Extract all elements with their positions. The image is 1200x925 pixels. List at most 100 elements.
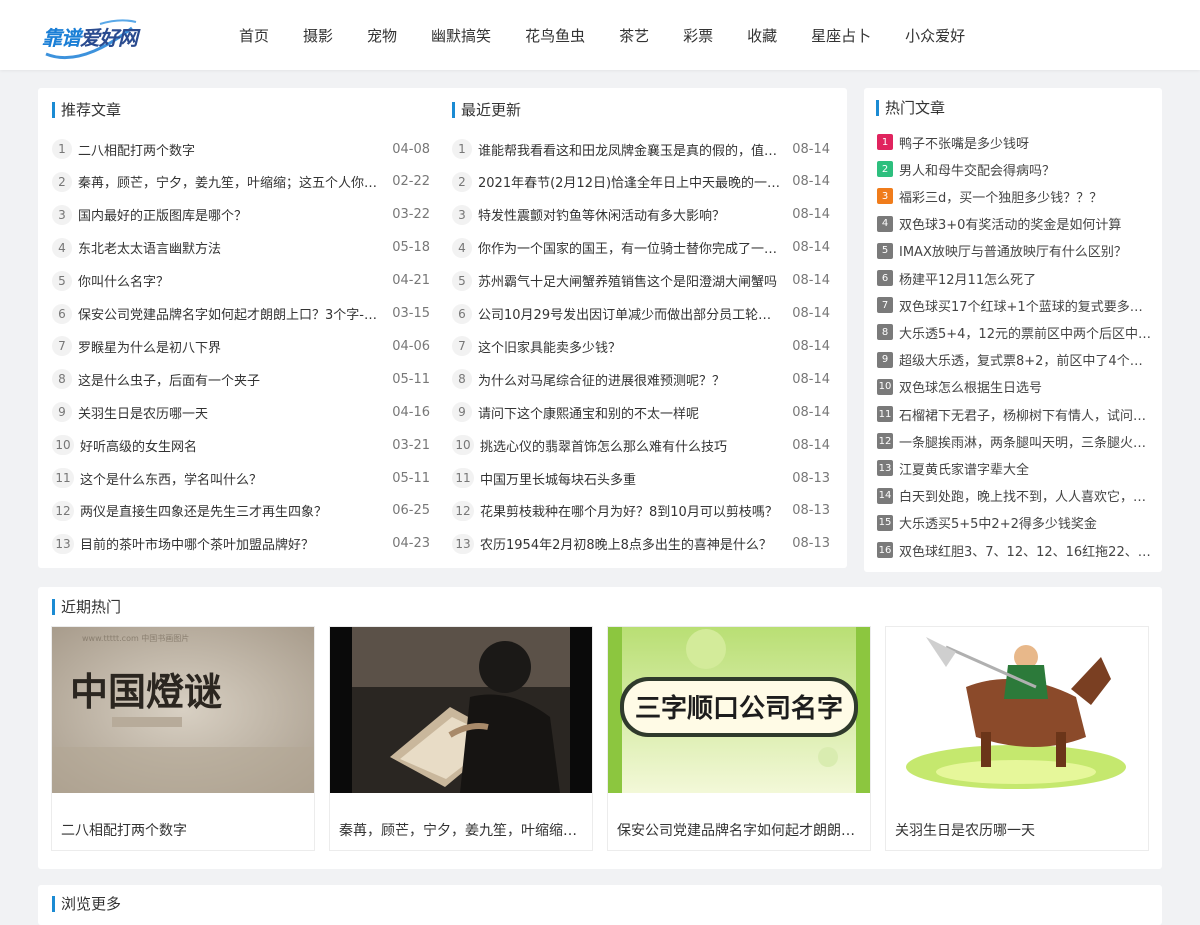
list-item[interactable]: 10 挑选心仪的翡翠首饰怎么那么难有什么技巧 08-14 xyxy=(452,433,830,457)
hot-item-title[interactable]: 双色球买17个红球+1个蓝球的复式要多少钱 xyxy=(899,296,1153,315)
hot-item-title[interactable]: 白天到处跑，晚上找不到，人人喜欢它，人人都想要 xyxy=(899,486,1153,505)
hot-item[interactable]: 10 双色球怎么根据生日选号 xyxy=(877,376,1153,398)
list-item[interactable]: 7 罗睺星为什么是初八下界 04-06 xyxy=(52,334,430,358)
list-item[interactable]: 5 苏州霸气十足大闸蟹养殖销售这个是阳澄湖大闸蟹吗 08-14 xyxy=(452,269,830,293)
hot-item-title[interactable]: 双色球3+0有奖活动的奖金是如何计算 xyxy=(899,214,1153,233)
list-item[interactable]: 13 农历1954年2月初8晚上8点多出生的喜神是什么？ 08-13 xyxy=(452,532,830,556)
site-logo[interactable]: 靠谱爱好网 xyxy=(40,12,150,60)
hot-item[interactable]: 1 鸭子不张嘴是多少钱呀 xyxy=(877,131,1153,153)
hot-item-title[interactable]: 双色球怎么根据生日选号 xyxy=(899,377,1153,396)
hot-item[interactable]: 16 双色球红胆3、7、12、12、16红拖22、24、29 xyxy=(877,539,1153,561)
item-title[interactable]: 保安公司党建品牌名字如何起才朗朗上口？3个字--好听 xyxy=(78,304,380,323)
item-title[interactable]: 为什么对马尾综合征的进展很难预测呢？？ xyxy=(478,370,780,389)
item-title[interactable]: 罗睺星为什么是初八下界 xyxy=(78,337,380,356)
hot-item-title[interactable]: IMAX放映厅与普通放映厅有什么区别？ xyxy=(899,241,1153,260)
item-title[interactable]: 这个旧家具能卖多少钱？ xyxy=(478,337,780,356)
nav-item[interactable]: 收藏 xyxy=(747,25,777,46)
hot-item[interactable]: 13 江夏黄氏家谱字辈大全 xyxy=(877,457,1153,479)
item-title[interactable]: 目前的茶叶市场中哪个茶叶加盟品牌好？ xyxy=(80,534,380,553)
list-item[interactable]: 11 中国万里长城每块石头多重 08-13 xyxy=(452,466,830,490)
list-item[interactable]: 10 好听高级的女生网名 03-21 xyxy=(52,433,430,457)
list-item[interactable]: 11 这个是什么东西，学名叫什么？ 05-11 xyxy=(52,466,430,490)
list-item[interactable]: 12 花果剪枝栽种在哪个月为好？8到10月可以剪枝嗎？ 08-13 xyxy=(452,499,830,523)
list-item[interactable]: 9 关羽生日是农历哪一天 04-16 xyxy=(52,400,430,424)
list-item[interactable]: 2 2021年春节(2月12日)恰逢全年日上中天最晚的一天吗 08-14 xyxy=(452,170,830,194)
list-item[interactable]: 3 国内最好的正版图库是哪个？ 03-22 xyxy=(52,203,430,227)
list-item[interactable]: 13 目前的茶叶市场中哪个茶叶加盟品牌好？ 04-23 xyxy=(52,532,430,556)
hot-item-title[interactable]: 福彩三d，买一个独胆多少钱？？？ xyxy=(899,187,1153,206)
hot-item-title[interactable]: 江夏黄氏家谱字辈大全 xyxy=(899,459,1153,478)
item-title[interactable]: 苏州霸气十足大闸蟹养殖销售这个是阳澄湖大闸蟹吗 xyxy=(478,271,780,290)
hot-item[interactable]: 14 白天到处跑，晚上找不到，人人喜欢它，人人都想要 xyxy=(877,485,1153,507)
hot-item-title[interactable]: 超级大乐透，复式票8+2，前区中了4个，后区中了1个 xyxy=(899,350,1153,369)
card-title[interactable]: 关羽生日是农历哪一天 xyxy=(895,820,1135,840)
item-title[interactable]: 花果剪枝栽种在哪个月为好？8到10月可以剪枝嗎？ xyxy=(480,501,780,520)
item-title[interactable]: 好听高级的女生网名 xyxy=(80,436,380,455)
item-title[interactable]: 这个是什么东西，学名叫什么？ xyxy=(80,469,380,488)
list-item[interactable]: 8 这是什么虫子，后面有一个夹子 05-11 xyxy=(52,367,430,391)
item-title[interactable]: 东北老太太语言幽默方法 xyxy=(78,238,380,257)
item-title[interactable]: 挑选心仪的翡翠首饰怎么那么难有什么技巧 xyxy=(480,436,780,455)
list-item[interactable]: 4 东北老太太语言幽默方法 05-18 xyxy=(52,236,430,260)
hot-item-title[interactable]: 大乐透买5+5中2+2得多少钱奖金 xyxy=(899,513,1153,532)
nav-item[interactable]: 幽默搞笑 xyxy=(431,25,491,46)
hot-item[interactable]: 7 双色球买17个红球+1个蓝球的复式要多少钱 xyxy=(877,294,1153,316)
item-title[interactable]: 你叫什么名字？ xyxy=(78,271,380,290)
hot-item[interactable]: 5 IMAX放映厅与普通放映厅有什么区别？ xyxy=(877,240,1153,262)
list-item[interactable]: 7 这个旧家具能卖多少钱？ 08-14 xyxy=(452,334,830,358)
nav-item[interactable]: 小众爱好 xyxy=(905,25,965,46)
item-title[interactable]: 国内最好的正版图库是哪个？ xyxy=(78,205,380,224)
trending-card[interactable]: 关羽生日是农历哪一天 xyxy=(885,626,1149,851)
hot-item[interactable]: 3 福彩三d，买一个独胆多少钱？？？ xyxy=(877,185,1153,207)
trending-card[interactable]: www.ttttt.com 中国书画图片 中国燈谜 二八相配打两个数字 xyxy=(51,626,315,851)
item-title[interactable]: 2021年春节(2月12日)恰逢全年日上中天最晚的一天吗 xyxy=(478,172,780,191)
item-title[interactable]: 特发性震颤对钓鱼等休闲活动有多大影响？ xyxy=(478,205,780,224)
nav-item[interactable]: 宠物 xyxy=(367,25,397,46)
nav-item[interactable]: 摄影 xyxy=(303,25,333,46)
item-title[interactable]: 谁能帮我看看这和田龙凤牌金襄玉是真的假的，值多少钱 xyxy=(478,140,780,159)
hot-item[interactable]: 9 超级大乐透，复式票8+2，前区中了4个，后区中了1个 xyxy=(877,349,1153,371)
hot-item-title[interactable]: 大乐透5+4，12元的票前区中两个后区中一个 xyxy=(899,323,1153,342)
hot-item-title[interactable]: 双色球红胆3、7、12、12、16红拖22、24、29 xyxy=(899,541,1153,560)
hot-item-title[interactable]: 一条腿挨雨淋，两条腿叫天明，三条腿火上烧 xyxy=(899,432,1153,451)
hot-item[interactable]: 8 大乐透5+4，12元的票前区中两个后区中一个 xyxy=(877,321,1153,343)
hot-item-title[interactable]: 鸭子不张嘴是多少钱呀 xyxy=(899,133,1153,152)
item-title[interactable]: 两仪是直接生四象还是先生三才再生四象？ xyxy=(80,501,380,520)
trending-card[interactable]: 三字顺口公司名字 保安公司党建品牌名字如何起才朗朗上口？3个字--好听 xyxy=(607,626,871,851)
nav-item[interactable]: 星座占卜 xyxy=(811,25,871,46)
card-title[interactable]: 二八相配打两个数字 xyxy=(61,820,301,840)
list-item[interactable]: 6 公司10月29号发出因订单减少而做出部分员工轮休的通知 08-14 xyxy=(452,302,830,326)
item-title[interactable]: 公司10月29号发出因订单减少而做出部分员工轮休的通知 xyxy=(478,304,780,323)
list-item[interactable]: 6 保安公司党建品牌名字如何起才朗朗上口？3个字--好听 03-15 xyxy=(52,302,430,326)
hot-item-title[interactable]: 男人和母牛交配会得病吗？ xyxy=(899,160,1153,179)
item-title[interactable]: 这是什么虫子，后面有一个夹子 xyxy=(78,370,380,389)
list-item[interactable]: 4 你作为一个国家的国王，有一位骑士替你完成了一项任务 08-14 xyxy=(452,236,830,260)
nav-item[interactable]: 花鸟鱼虫 xyxy=(525,25,585,46)
card-title[interactable]: 秦苒，顾芒，宁夕，姜九笙，叶缩缩；这五个人你喜欢谁 xyxy=(339,820,579,840)
hot-item[interactable]: 2 男人和母牛交配会得病吗？ xyxy=(877,158,1153,180)
item-title[interactable]: 中国万里长城每块石头多重 xyxy=(480,469,780,488)
nav-item[interactable]: 彩票 xyxy=(683,25,713,46)
item-title[interactable]: 农历1954年2月初8晚上8点多出生的喜神是什么？ xyxy=(480,534,780,553)
hot-item-title[interactable]: 杨建平12月11怎么死了 xyxy=(899,269,1153,288)
item-title[interactable]: 关羽生日是农历哪一天 xyxy=(78,403,380,422)
hot-item[interactable]: 12 一条腿挨雨淋，两条腿叫天明，三条腿火上烧 xyxy=(877,430,1153,452)
item-title[interactable]: 二八相配打两个数字 xyxy=(78,140,380,159)
hot-item-title[interactable]: 石榴裙下无君子，杨柳树下有情人，试问下句是什么 xyxy=(899,405,1153,424)
hot-item[interactable]: 4 双色球3+0有奖活动的奖金是如何计算 xyxy=(877,213,1153,235)
hot-item[interactable]: 11 石榴裙下无君子，杨柳树下有情人，试问下句是什么 xyxy=(877,403,1153,425)
item-title[interactable]: 请问下这个康熙通宝和别的不太一样呢 xyxy=(478,403,780,422)
hot-item[interactable]: 15 大乐透买5+5中2+2得多少钱奖金 xyxy=(877,512,1153,534)
nav-item[interactable]: 首页 xyxy=(239,25,269,46)
nav-item[interactable]: 茶艺 xyxy=(619,25,649,46)
list-item[interactable]: 8 为什么对马尾综合征的进展很难预测呢？？ 08-14 xyxy=(452,367,830,391)
list-item[interactable]: 1 二八相配打两个数字 04-08 xyxy=(52,137,430,161)
list-item[interactable]: 5 你叫什么名字？ 04-21 xyxy=(52,269,430,293)
hot-item[interactable]: 6 杨建平12月11怎么死了 xyxy=(877,267,1153,289)
item-title[interactable]: 你作为一个国家的国王，有一位骑士替你完成了一项任务 xyxy=(478,238,780,257)
list-item[interactable]: 9 请问下这个康熙通宝和别的不太一样呢 08-14 xyxy=(452,400,830,424)
list-item[interactable]: 3 特发性震颤对钓鱼等休闲活动有多大影响？ 08-14 xyxy=(452,203,830,227)
list-item[interactable]: 1 谁能帮我看看这和田龙凤牌金襄玉是真的假的，值多少钱 08-14 xyxy=(452,137,830,161)
card-title[interactable]: 保安公司党建品牌名字如何起才朗朗上口？3个字--好听 xyxy=(617,820,857,840)
list-item[interactable]: 2 秦苒，顾芒，宁夕，姜九笙，叶缩缩；这五个人你喜欢谁 02-22 xyxy=(52,170,430,194)
